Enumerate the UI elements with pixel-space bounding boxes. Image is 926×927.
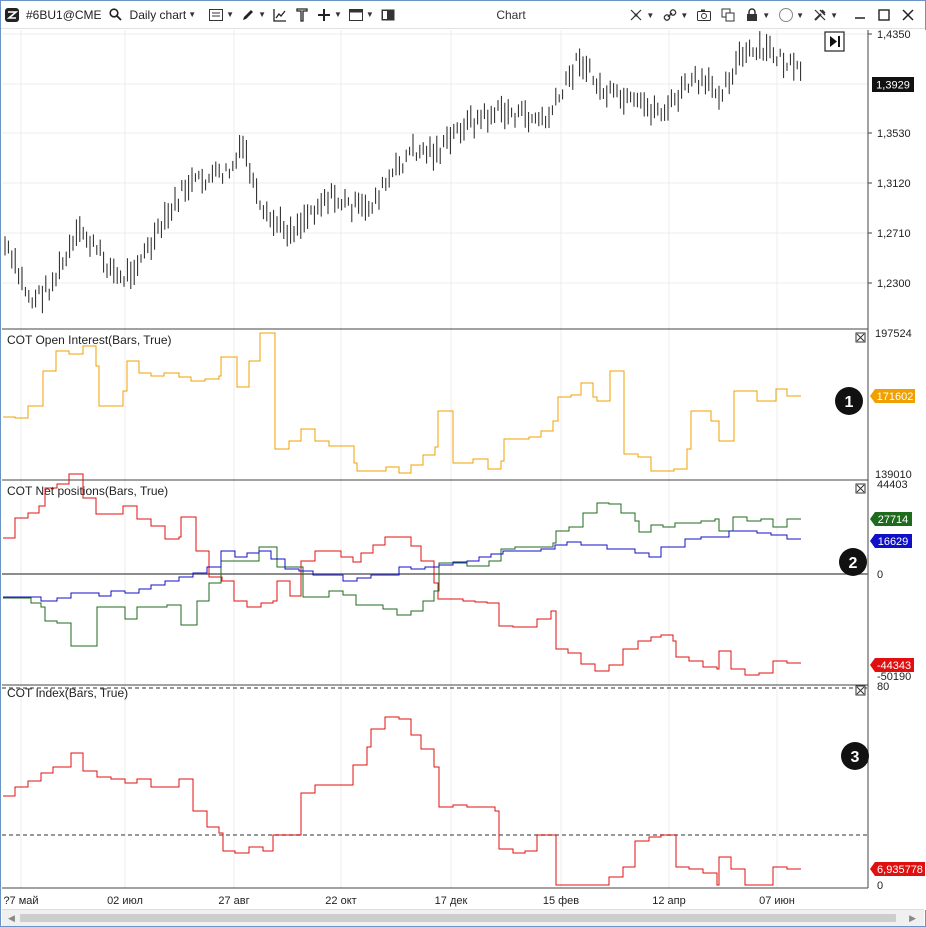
price-tick-label: 1,2710 <box>877 228 911 240</box>
chevron-down-icon: ▼ <box>226 10 235 19</box>
link-button[interactable]: ▼ <box>659 1 691 29</box>
x-label-apr: 12 апр <box>652 895 685 907</box>
pane2-title: COT Net positions(Bars, True) <box>7 484 168 498</box>
x-label-dec: 17 дек <box>435 895 468 907</box>
logo-icon <box>4 7 20 23</box>
pane3-badge-number: 3 <box>851 749 860 766</box>
chevron-down-icon: ▼ <box>762 10 771 20</box>
copy-icon <box>720 7 736 23</box>
chevron-down-icon: ▼ <box>680 10 689 20</box>
pane3-scale-bottom: 0 <box>877 880 883 892</box>
lock-button[interactable]: ▼ <box>741 1 773 29</box>
pane2-blue-label: 16629 <box>878 536 909 548</box>
pane2-scale-top: 44403 <box>877 479 908 491</box>
pane1-scale-top: 197524 <box>875 328 912 340</box>
chart-mode-label: Daily chart <box>129 7 187 22</box>
price-tick-label: 1,3530 <box>877 128 911 140</box>
line-chart-icon <box>272 7 288 23</box>
chart-area[interactable]: 1,4350 1,3530 1,3120 1,2710 1,2300 1,3929 CO… <box>2 29 926 910</box>
pane1-close-button[interactable] <box>855 332 866 343</box>
toolbar-right: ▼ ▼ ▼ ▼ ▼ <box>625 1 919 29</box>
price-tick-label: 1,3120 <box>877 178 911 190</box>
crosshair-button[interactable]: ▼ <box>313 1 345 29</box>
tools-button[interactable]: ▼ <box>809 1 841 29</box>
cursor-mode-button[interactable]: ▼ <box>625 1 657 29</box>
window-icon <box>348 7 364 23</box>
minimize-icon <box>852 7 868 23</box>
template-button[interactable] <box>291 1 313 29</box>
wrench-icon <box>812 7 828 23</box>
template-icon <box>294 7 310 23</box>
pane2-green-label: 27714 <box>878 514 909 526</box>
scroll-thumb[interactable] <box>20 914 896 922</box>
pane2-scale-zero: 0 <box>877 569 883 581</box>
pane2-red-label: -44343 <box>877 660 911 672</box>
window-title: Chart <box>496 8 526 22</box>
plus-icon <box>316 7 332 23</box>
scroll-right-icon[interactable]: ▶ <box>909 913 916 924</box>
pane1-value-label: 171602 <box>877 391 914 403</box>
copy-button[interactable] <box>717 1 739 29</box>
price-tick-label: 1,2300 <box>877 278 911 290</box>
current-price-label: 1,3929 <box>876 80 910 92</box>
minimize-button[interactable] <box>849 1 871 29</box>
panels-icon <box>380 7 396 23</box>
chevron-down-icon: ▼ <box>188 10 197 19</box>
go-to-end-button[interactable] <box>824 31 845 52</box>
x-label-may: ?7 май <box>3 895 38 907</box>
pane3-value-label: 6,935778 <box>877 864 923 876</box>
chart-mode-dropdown[interactable]: Daily chart ▼ <box>127 1 200 29</box>
line-chart-button[interactable] <box>269 1 291 29</box>
pane1-badge-number: 1 <box>845 394 854 411</box>
app-logo[interactable] <box>1 1 23 29</box>
circle-icon <box>778 7 794 23</box>
close-button[interactable] <box>897 1 919 29</box>
crosshair-icon <box>628 7 644 23</box>
chevron-down-icon: ▼ <box>334 10 342 19</box>
chevron-down-icon: ▼ <box>830 10 838 20</box>
chart-svg[interactable]: 1,4350 1,3530 1,3120 1,2710 1,2300 1,3929 CO… <box>2 29 926 910</box>
indicators-icon <box>208 7 224 23</box>
x-label-oct: 22 окт <box>325 895 356 907</box>
scroll-left-icon[interactable]: ◀ <box>8 913 15 924</box>
lock-icon <box>744 7 760 23</box>
indicators-button[interactable]: ▼ <box>205 1 237 29</box>
camera-icon <box>696 7 712 23</box>
pane3-scale-top: 80 <box>877 681 889 693</box>
x-label-jul: 02 июл <box>107 895 143 907</box>
symbol-label[interactable]: #6BU1@CME <box>23 1 105 29</box>
pane2-close-button[interactable] <box>855 483 866 494</box>
link-icon <box>662 7 678 23</box>
color-button[interactable]: ▼ <box>775 1 807 29</box>
maximize-button[interactable] <box>873 1 895 29</box>
symbol-search-button[interactable] <box>105 1 127 29</box>
chevron-down-icon: ▼ <box>796 10 805 20</box>
horizontal-scrollbar[interactable]: ◀ ▶ <box>2 909 924 926</box>
window-layout-button[interactable]: ▼ <box>345 1 377 29</box>
pane2-badge-number: 2 <box>849 555 858 572</box>
draw-tool-button[interactable]: ▼ <box>237 1 269 29</box>
toolbar: #6BU1@CME Daily chart ▼ ▼ ▼ ▼ ▼ Chart ▼ … <box>1 1 925 29</box>
chart-window: #6BU1@CME Daily chart ▼ ▼ ▼ ▼ ▼ Chart ▼ … <box>0 0 926 927</box>
price-tick-label: 1,4350 <box>877 30 911 41</box>
x-label-jun: 07 июн <box>759 895 795 907</box>
pane3-title: COT Index(Bars, True) <box>7 686 128 700</box>
chevron-down-icon: ▼ <box>646 10 655 20</box>
chevron-down-icon: ▼ <box>258 10 266 19</box>
screenshot-button[interactable] <box>693 1 715 29</box>
close-icon <box>900 7 916 23</box>
x-label-feb: 15 фев <box>543 895 579 907</box>
pane3-close-button[interactable] <box>855 685 866 696</box>
chevron-down-icon: ▼ <box>365 10 374 19</box>
search-icon <box>108 7 124 23</box>
panels-button[interactable] <box>377 1 399 29</box>
maximize-icon <box>876 7 892 23</box>
x-label-aug: 27 авг <box>218 895 249 907</box>
pane1-title: COT Open Interest(Bars, True) <box>7 333 172 347</box>
pencil-icon <box>240 7 256 23</box>
